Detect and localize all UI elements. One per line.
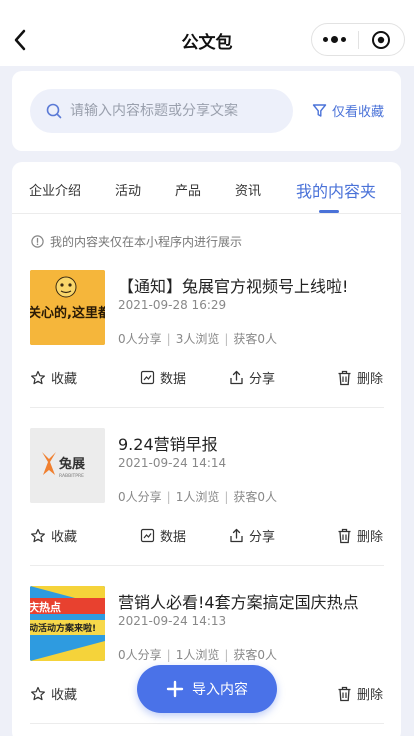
mini-program-capsule (311, 23, 405, 56)
tab-news[interactable]: 资讯 (235, 180, 261, 199)
chart-icon (140, 528, 155, 543)
filter-icon (312, 104, 327, 117)
svg-text:动活动方案来啦!: 动活动方案来啦! (30, 622, 96, 634)
more-button[interactable] (312, 24, 358, 55)
item-time: 2021-09-28 16:29 (118, 298, 227, 312)
item-stats: 0人分享 | 1人浏览 | 获客0人 (118, 490, 278, 504)
item-divider (30, 407, 384, 408)
lead-count: 获客0人 (233, 490, 278, 504)
svg-text:关心的,这里都: 关心的,这里都 (30, 305, 105, 321)
rabbitpre-logo-image: 兔展 RABBITPRE (30, 428, 105, 503)
favorite-button[interactable]: 收藏 (30, 684, 77, 703)
folder-notice: 我的内容夹仅在本小程序内进行展示 (31, 233, 242, 250)
favorite-label: 收藏 (51, 372, 78, 387)
data-label: 数据 (160, 372, 187, 387)
delete-button[interactable]: 删除 (337, 368, 383, 387)
delete-label: 删除 (357, 688, 384, 703)
item-title: 9.24营销早报 (118, 435, 218, 454)
svg-text:兔展: 兔展 (58, 456, 86, 472)
tab-products[interactable]: 产品 (175, 180, 201, 199)
item-stats: 0人分享 | 1人浏览 | 获客0人 (118, 648, 278, 662)
search-icon (46, 103, 62, 119)
share-button[interactable]: 分享 (229, 368, 275, 387)
active-tab-indicator (319, 210, 339, 213)
view-count: 3人浏览 (175, 332, 220, 346)
info-icon (31, 235, 44, 248)
item-thumbnail: 庆热点 动活动方案来啦! (30, 586, 105, 661)
chart-icon (140, 370, 155, 385)
import-content-button[interactable]: 导入内容 (137, 665, 277, 713)
trash-icon (338, 370, 351, 385)
tab-activities[interactable]: 活动 (115, 180, 141, 199)
share-count: 0人分享 (118, 648, 162, 662)
filter-label: 仅看收藏 (331, 105, 384, 120)
data-button[interactable]: 数据 (140, 368, 186, 387)
lead-count: 获客0人 (233, 648, 278, 662)
item-thumbnail: 兔展 RABBITPRE (30, 428, 105, 503)
more-dots-icon (323, 36, 347, 43)
favorite-label: 收藏 (51, 688, 78, 703)
item-title: 【通知】兔展官方视频号上线啦! (118, 277, 349, 296)
close-button[interactable] (359, 24, 405, 55)
item-time: 2021-09-24 14:13 (118, 614, 227, 628)
category-tabs: 企业介绍 活动 产品 资讯 我的内容夹 (12, 162, 401, 214)
target-circle-icon (372, 30, 391, 49)
import-content-label: 导入内容 (192, 682, 248, 698)
notice-text: 我的内容夹仅在本小程序内进行展示 (50, 235, 243, 249)
delete-label: 删除 (357, 530, 384, 545)
search-input[interactable] (70, 103, 293, 119)
lead-count: 获客0人 (233, 332, 278, 346)
plus-icon (166, 680, 184, 698)
emoji-thumbnail-image: 关心的,这里都 (30, 270, 105, 345)
star-icon (31, 528, 45, 542)
favorite-button[interactable]: 收藏 (30, 368, 77, 387)
data-label: 数据 (160, 530, 187, 545)
trash-icon (338, 686, 351, 701)
svg-text:RABBITPRE: RABBITPRE (59, 473, 84, 479)
favorite-button[interactable]: 收藏 (30, 526, 77, 545)
share-count: 0人分享 (118, 490, 162, 504)
item-time: 2021-09-24 14:14 (118, 456, 227, 470)
tab-company-intro[interactable]: 企业介绍 (29, 180, 81, 199)
share-icon (230, 528, 243, 543)
delete-label: 删除 (357, 372, 384, 387)
svg-text:庆热点: 庆热点 (30, 600, 61, 614)
item-divider (30, 565, 384, 566)
share-count: 0人分享 (118, 332, 162, 346)
view-count: 1人浏览 (175, 648, 220, 662)
delete-button[interactable]: 删除 (337, 684, 383, 703)
delete-button[interactable]: 删除 (337, 526, 383, 545)
search-box[interactable] (30, 89, 293, 133)
star-icon (31, 686, 45, 700)
promo-thumbnail-image: 庆热点 动活动方案来啦! (30, 586, 105, 661)
item-actions: 收藏 数据 分享 删除 (12, 368, 401, 388)
share-button[interactable]: 分享 (229, 526, 275, 545)
view-count: 1人浏览 (175, 490, 220, 504)
item-actions: 收藏 数据 分享 删除 (12, 526, 401, 546)
tab-my-folder[interactable]: 我的内容夹 (296, 178, 376, 202)
share-label: 分享 (249, 530, 276, 545)
favorites-filter-button[interactable]: 仅看收藏 (312, 101, 384, 120)
data-button[interactable]: 数据 (140, 526, 186, 545)
star-icon (31, 370, 45, 384)
share-label: 分享 (249, 372, 276, 387)
share-icon (230, 370, 243, 385)
item-divider (30, 723, 384, 724)
content-card: 企业介绍 活动 产品 资讯 我的内容夹 我的内容夹仅在本小程序内进行展示 关心的… (12, 162, 401, 736)
nav-bar: 公文包 (0, 0, 414, 66)
search-card: 仅看收藏 (12, 71, 401, 151)
favorite-label: 收藏 (51, 530, 78, 545)
item-thumbnail: 关心的,这里都 (30, 270, 105, 345)
item-title: 营销人必看!4套方案搞定国庆热点 (118, 593, 359, 612)
trash-icon (338, 528, 351, 543)
item-stats: 0人分享 | 3人浏览 | 获客0人 (118, 332, 278, 346)
